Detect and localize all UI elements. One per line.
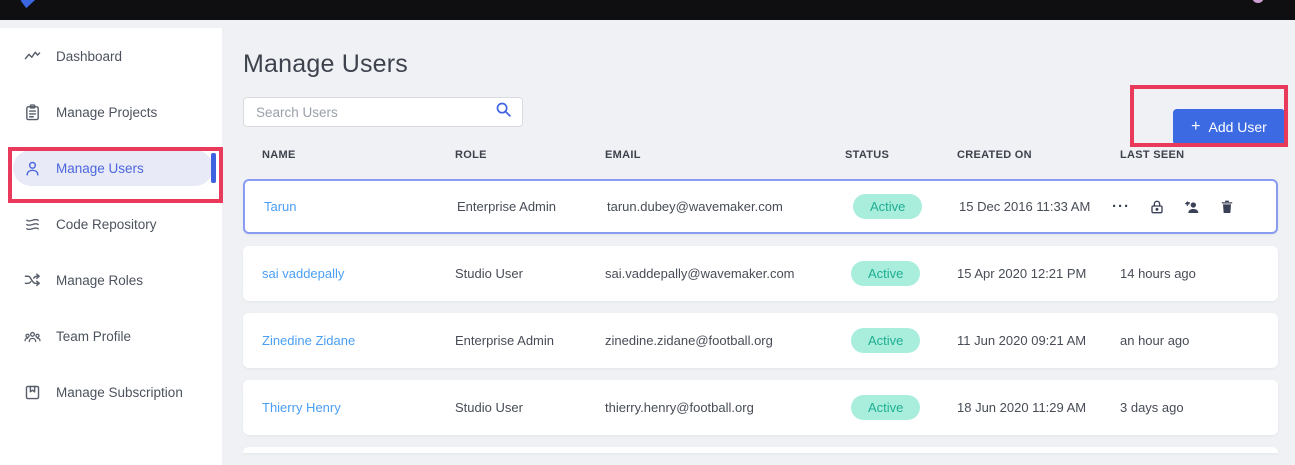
sidebar-item-dashboard[interactable]: Dashboard <box>0 28 222 84</box>
clipboard-icon <box>24 104 41 121</box>
search-icon[interactable] <box>495 101 512 123</box>
shuffle-icon <box>24 272 41 289</box>
sidebar-item-manage-projects[interactable]: Manage Projects <box>0 84 222 140</box>
users-table: NAME ROLE EMAIL STATUS CREATED ON LAST S… <box>243 149 1278 453</box>
page-title: Manage Users <box>243 50 1295 79</box>
stack-icon <box>24 216 41 233</box>
col-header-status: STATUS <box>845 149 957 161</box>
avatar[interactable] <box>1252 0 1264 3</box>
sidebar-item-label: Manage Projects <box>56 105 157 120</box>
sidebar: Dashboard Manage Projects Manage Users C… <box>0 28 222 465</box>
top-bar <box>0 0 1295 20</box>
sidebar-item-manage-subscription[interactable]: Manage Subscription <box>0 364 222 420</box>
user-email: sai.vaddepally@wavemaker.com <box>605 266 845 281</box>
user-name-link[interactable]: Zinedine Zidane <box>262 333 355 348</box>
sidebar-item-manage-users[interactable]: Manage Users <box>0 140 222 196</box>
add-user-label: Add User <box>1208 119 1266 135</box>
sidebar-item-label: Manage Subscription <box>56 385 183 400</box>
table-row[interactable]: Tarun Enterprise Admin tarun.dubey@wavem… <box>243 179 1278 234</box>
user-icon <box>24 160 41 177</box>
sidebar-item-code-repository[interactable]: Code Repository <box>0 196 222 252</box>
main-content: Manage Users + Add User NAME ROLE EMAIL … <box>222 20 1295 465</box>
search-box <box>243 97 523 127</box>
table-row[interactable]: sai vaddepally Studio User sai.vaddepall… <box>243 246 1278 301</box>
team-icon <box>24 328 41 345</box>
sidebar-item-manage-roles[interactable]: Manage Roles <box>0 252 222 308</box>
user-created-on: 18 Jun 2020 11:29 AM <box>957 400 1120 415</box>
col-header-created-on: CREATED ON <box>957 149 1120 161</box>
sidebar-item-label: Manage Users <box>56 161 144 176</box>
selected-item-bar <box>211 153 216 183</box>
add-user-to-project-icon[interactable] <box>1184 199 1200 215</box>
user-last-seen: 14 hours ago <box>1120 266 1278 281</box>
delete-icon[interactable] <box>1219 199 1235 215</box>
search-input[interactable] <box>256 105 495 120</box>
user-last-seen: an hour ago <box>1120 333 1278 348</box>
user-created-on: 11 Jun 2020 09:21 AM <box>957 333 1120 348</box>
sidebar-item-label: Manage Roles <box>56 273 143 288</box>
user-role: Enterprise Admin <box>455 333 605 348</box>
lock-icon[interactable] <box>1149 199 1165 215</box>
col-header-role: ROLE <box>455 149 605 161</box>
user-created-on: 15 Apr 2020 12:21 PM <box>957 266 1120 281</box>
user-created-on: 15 Dec 2016 11:33 AM <box>959 199 1122 214</box>
col-header-email: EMAIL <box>605 149 845 161</box>
user-email: tarun.dubey@wavemaker.com <box>607 199 847 214</box>
table-header: NAME ROLE EMAIL STATUS CREATED ON LAST S… <box>243 149 1278 161</box>
status-badge: Active <box>851 328 920 353</box>
user-email: zinedine.zidane@football.org <box>605 333 845 348</box>
table-row-partial <box>243 447 1278 453</box>
activity-icon <box>24 48 41 65</box>
toolbar: + Add User <box>243 97 1295 127</box>
user-name-link[interactable]: Thierry Henry <box>262 400 341 415</box>
table-row[interactable]: Zinedine Zidane Enterprise Admin zinedin… <box>243 313 1278 368</box>
user-last-seen: 3 days ago <box>1120 400 1278 415</box>
sidebar-item-label: Team Profile <box>56 329 131 344</box>
status-badge: Active <box>851 395 920 420</box>
user-role: Enterprise Admin <box>457 199 607 214</box>
col-header-last-seen: LAST SEEN <box>1120 149 1278 161</box>
more-actions-icon[interactable]: ··· <box>1112 202 1130 212</box>
sidebar-item-label: Dashboard <box>56 49 122 64</box>
user-email: thierry.henry@football.org <box>605 400 845 415</box>
add-user-button[interactable]: + Add User <box>1173 109 1285 145</box>
sidebar-item-team-profile[interactable]: Team Profile <box>0 308 222 364</box>
status-badge: Active <box>853 194 922 219</box>
bookmark-icon <box>24 384 41 401</box>
user-name-link[interactable]: sai vaddepally <box>262 266 344 281</box>
user-role: Studio User <box>455 400 605 415</box>
table-row[interactable]: Thierry Henry Studio User thierry.henry@… <box>243 380 1278 435</box>
status-badge: Active <box>851 261 920 286</box>
user-name-link[interactable]: Tarun <box>264 199 297 214</box>
user-role: Studio User <box>455 266 605 281</box>
row-actions: ··· <box>1112 199 1276 215</box>
wavemaker-logo-icon <box>14 0 37 9</box>
sidebar-item-label: Code Repository <box>56 217 157 232</box>
col-header-name: NAME <box>262 149 455 161</box>
plus-icon: + <box>1191 118 1200 136</box>
